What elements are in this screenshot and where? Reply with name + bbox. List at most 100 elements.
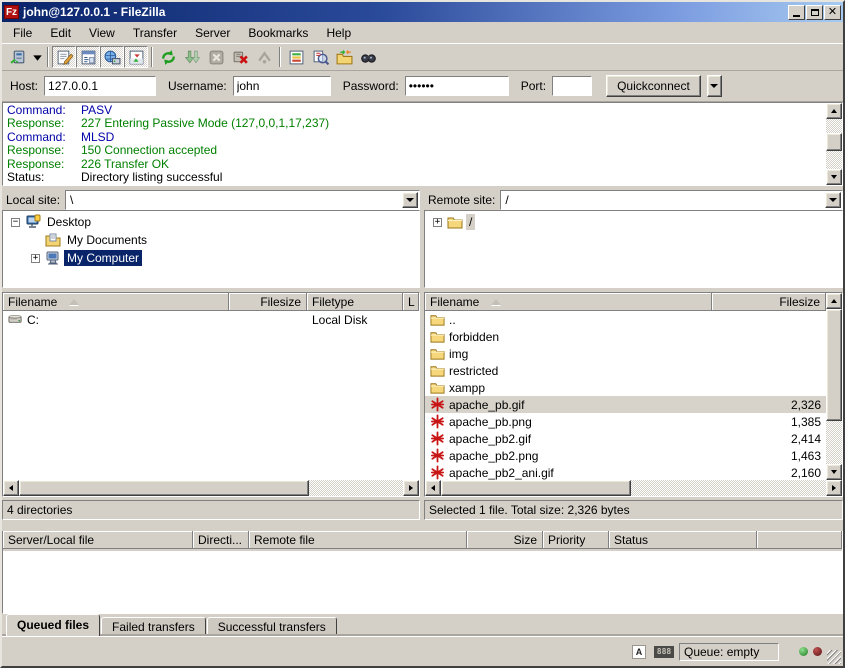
- speed-limit-icon[interactable]: 888: [654, 644, 674, 660]
- remote-file-row[interactable]: apache_pb2.gif2,414: [425, 430, 826, 447]
- remote-file-row[interactable]: forbidden: [425, 328, 826, 345]
- refresh-button[interactable]: [156, 46, 180, 68]
- local-site-dropdown[interactable]: [402, 192, 418, 208]
- toggle-queue-button[interactable]: [124, 46, 148, 68]
- expand-icon[interactable]: +: [31, 254, 40, 263]
- process-queue-button[interactable]: [180, 46, 204, 68]
- remote-file-row[interactable]: apache_pb2.png1,463: [425, 447, 826, 464]
- drive-icon: [8, 312, 23, 327]
- transfer-type-icon[interactable]: A: [629, 644, 649, 660]
- remote-horizontal-scrollbar[interactable]: [425, 480, 842, 496]
- scroll-left-button[interactable]: [3, 480, 19, 496]
- remote-tree-item--[interactable]: +/: [425, 213, 842, 231]
- password-input[interactable]: [405, 76, 509, 96]
- site-manager-dropdown[interactable]: [30, 46, 44, 68]
- remote-file-row[interactable]: img: [425, 345, 826, 362]
- minimize-button[interactable]: [788, 5, 805, 20]
- quickconnect-button[interactable]: Quickconnect: [606, 75, 701, 97]
- file-size: 2,326: [712, 396, 826, 413]
- toggle-message-log-button[interactable]: [52, 46, 76, 68]
- menu-edit[interactable]: Edit: [41, 24, 80, 42]
- scroll-left-button[interactable]: [425, 480, 441, 496]
- scroll-up-button[interactable]: [826, 293, 842, 309]
- tab-successful-transfers[interactable]: Successful transfers: [207, 617, 337, 636]
- local-column-filetype[interactable]: Filetype: [307, 293, 403, 311]
- scroll-up-button[interactable]: [826, 103, 842, 119]
- local-tree-item-my-documents[interactable]: My Documents: [3, 231, 419, 249]
- username-input[interactable]: [233, 76, 331, 96]
- log-vertical-scrollbar[interactable]: [826, 103, 842, 185]
- remote-file-row[interactable]: apache_pb.gif2,326: [425, 396, 826, 413]
- scroll-thumb[interactable]: [826, 133, 842, 151]
- disconnect-button[interactable]: [228, 46, 252, 68]
- close-button[interactable]: ✕: [824, 5, 841, 20]
- queue-column-size[interactable]: Size: [467, 531, 543, 549]
- scroll-thumb[interactable]: [19, 480, 309, 496]
- sync-browsing-icon: [336, 49, 353, 66]
- local-horizontal-scrollbar[interactable]: [3, 480, 419, 496]
- site-manager-button[interactable]: [6, 46, 30, 68]
- remote-file-row[interactable]: xampp: [425, 379, 826, 396]
- expand-icon[interactable]: +: [433, 218, 442, 227]
- queue-column-status[interactable]: Status: [609, 531, 757, 549]
- remote-column-filename[interactable]: Filename: [425, 293, 712, 311]
- scroll-down-button[interactable]: [826, 169, 842, 185]
- local-tree-item-my-computer[interactable]: +My Computer: [3, 249, 419, 267]
- scroll-thumb[interactable]: [826, 309, 842, 421]
- directory-comparison-button[interactable]: [308, 46, 332, 68]
- collapse-icon[interactable]: −: [11, 218, 20, 227]
- resize-grip[interactable]: [827, 650, 841, 664]
- remote-site-label: Remote site:: [428, 193, 495, 207]
- toggle-local-tree-button[interactable]: [76, 46, 100, 68]
- filter-button[interactable]: [284, 46, 308, 68]
- menu-bookmarks[interactable]: Bookmarks: [239, 24, 317, 42]
- menu-server[interactable]: Server: [186, 24, 239, 42]
- host-input[interactable]: [44, 76, 156, 96]
- queue-column-remote-file[interactable]: Remote file: [249, 531, 467, 549]
- cancel-button[interactable]: [204, 46, 228, 68]
- menu-view[interactable]: View: [80, 24, 124, 42]
- remote-file-list: FilenameFilesize ..forbiddenimgrestricte…: [424, 292, 843, 497]
- remote-site-combo[interactable]: /: [500, 190, 843, 210]
- menu-transfer[interactable]: Transfer: [124, 24, 186, 42]
- menu-help[interactable]: Help: [317, 24, 360, 42]
- remote-column-filesize[interactable]: Filesize: [712, 293, 826, 311]
- documents-icon: [45, 232, 61, 248]
- local-column-filename[interactable]: Filename: [3, 293, 229, 311]
- quickconnect-dropdown[interactable]: [707, 75, 722, 97]
- remote-vertical-scrollbar[interactable]: [826, 293, 842, 480]
- queue-column-server-local-file[interactable]: Server/Local file: [3, 531, 193, 549]
- reconnect-button[interactable]: [252, 46, 276, 68]
- username-label: Username:: [168, 79, 227, 93]
- scroll-right-button[interactable]: [826, 480, 842, 496]
- port-input[interactable]: [552, 76, 592, 96]
- remote-file-row[interactable]: apache_pb.png1,385: [425, 413, 826, 430]
- synchronized-browsing-button[interactable]: [332, 46, 356, 68]
- maximize-icon: [811, 9, 819, 16]
- local-tree-item-desktop[interactable]: −Desktop: [3, 213, 419, 231]
- tab-queued-files[interactable]: Queued files: [6, 614, 100, 636]
- find-files-button[interactable]: [356, 46, 380, 68]
- scroll-thumb[interactable]: [441, 480, 631, 496]
- local-site-combo[interactable]: \: [65, 190, 420, 210]
- queue-column-directi-[interactable]: Directi...: [193, 531, 249, 549]
- remote-file-row[interactable]: ..: [425, 311, 826, 328]
- toggle-remote-tree-button[interactable]: [100, 46, 124, 68]
- remote-file-row[interactable]: apache_pb2_ani.gif2,160: [425, 464, 826, 480]
- scroll-right-button[interactable]: [403, 480, 419, 496]
- local-site-label: Local site:: [6, 193, 60, 207]
- file-name: ..: [449, 313, 456, 327]
- status-bar: A 888 Queue: empty: [2, 636, 843, 666]
- local-column-l[interactable]: L: [403, 293, 419, 311]
- arrow-up-icon: [831, 109, 837, 113]
- menu-file[interactable]: File: [4, 24, 41, 42]
- queue-column-priority[interactable]: Priority: [543, 531, 609, 549]
- receive-led-icon: [799, 647, 808, 656]
- remote-file-row[interactable]: restricted: [425, 362, 826, 379]
- maximize-button[interactable]: [806, 5, 823, 20]
- tab-failed-transfers[interactable]: Failed transfers: [101, 617, 206, 636]
- scroll-down-button[interactable]: [826, 464, 842, 480]
- remote-site-dropdown[interactable]: [825, 192, 841, 208]
- local-file-row[interactable]: C:Local Disk: [3, 311, 419, 328]
- local-column-filesize[interactable]: Filesize: [229, 293, 307, 311]
